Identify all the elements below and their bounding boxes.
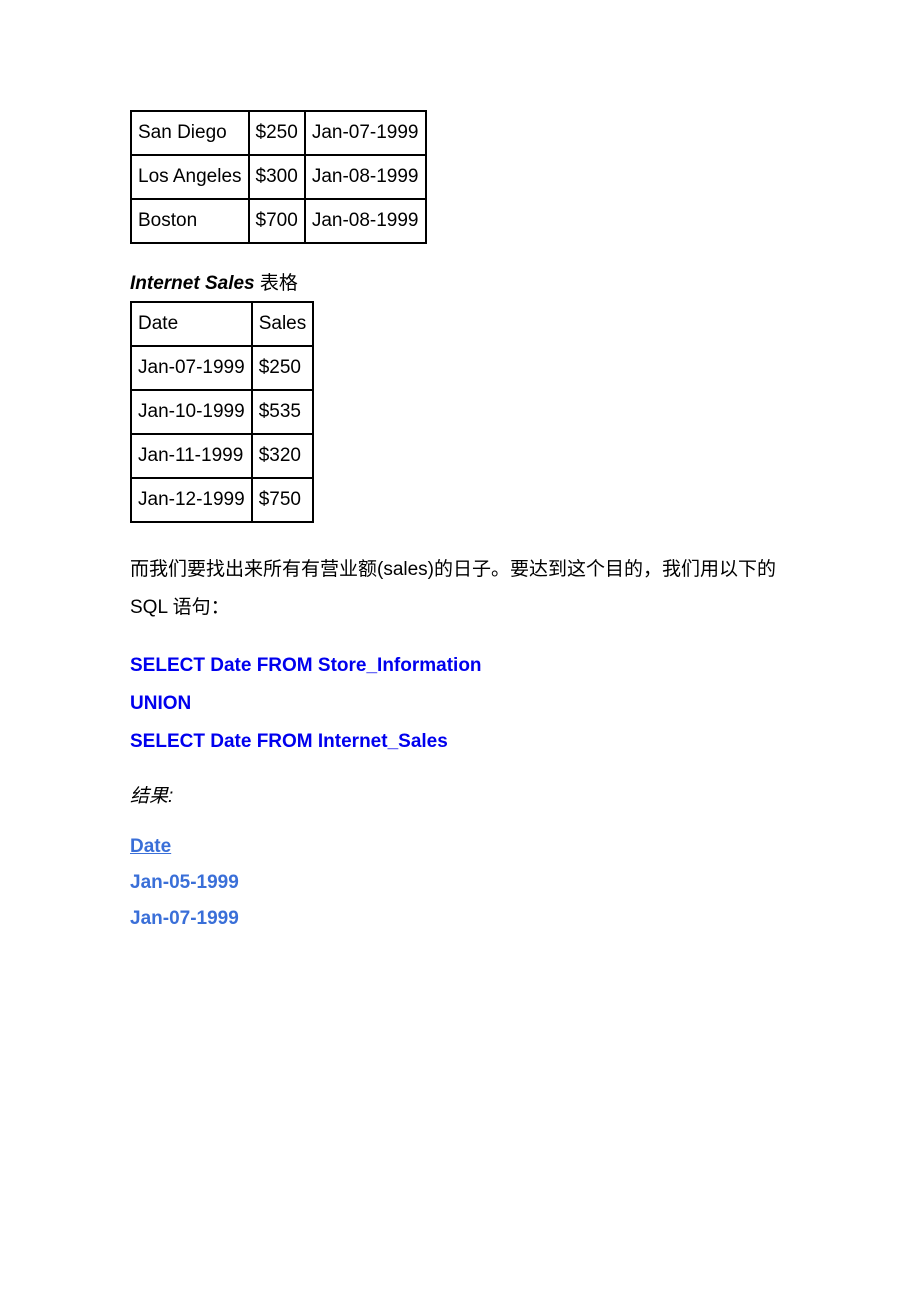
result-label: 结果: — [130, 781, 790, 808]
table-row: Boston $700 Jan-08-1999 — [131, 199, 426, 243]
table-cell: Jan-07-1999 — [305, 111, 426, 155]
table-cell: $300 — [249, 155, 305, 199]
result-row: Jan-07-1999 — [130, 908, 790, 930]
table-header-cell: Date — [131, 302, 252, 346]
table-cell: $250 — [249, 111, 305, 155]
internet-sales-table: Date Sales Jan-07-1999 $250 Jan-10-1999 … — [130, 301, 314, 523]
table-row: Jan-12-1999 $750 — [131, 478, 313, 522]
table-cell: Jan-11-1999 — [131, 434, 252, 478]
sql-statement-line: UNION — [130, 693, 790, 715]
table-cell: $535 — [252, 390, 314, 434]
table-row: Jan-10-1999 $535 — [131, 390, 313, 434]
table-row: San Diego $250 Jan-07-1999 — [131, 111, 426, 155]
table-cell: Jan-08-1999 — [305, 199, 426, 243]
table-cell: $250 — [252, 346, 314, 390]
table-cell: $320 — [252, 434, 314, 478]
table-cell: $700 — [249, 199, 305, 243]
title-italic-part: Internet Sales — [130, 273, 255, 294]
title-rest-part: 表格 — [255, 273, 298, 294]
table-cell: Jan-10-1999 — [131, 390, 252, 434]
table-cell: Los Angeles — [131, 155, 249, 199]
sql-statement-line: SELECT Date FROM Internet_Sales — [130, 731, 790, 753]
internet-sales-title: Internet Sales 表格 — [130, 268, 790, 295]
table-cell: $750 — [252, 478, 314, 522]
table-row: Los Angeles $300 Jan-08-1999 — [131, 155, 426, 199]
result-header: Date — [130, 836, 790, 858]
table-row: Jan-11-1999 $320 — [131, 434, 313, 478]
result-row: Jan-05-1999 — [130, 872, 790, 894]
sql-statement-line: SELECT Date FROM Store_Information — [130, 655, 790, 677]
table-cell: Jan-12-1999 — [131, 478, 252, 522]
table-header-cell: Sales — [252, 302, 314, 346]
table-row: Jan-07-1999 $250 — [131, 346, 313, 390]
table-cell: Jan-08-1999 — [305, 155, 426, 199]
explanation-paragraph: 而我们要找出来所有有营业额(sales)的日子。要达到这个目的，我们用以下的 S… — [130, 551, 790, 627]
table-cell: Jan-07-1999 — [131, 346, 252, 390]
store-information-table: San Diego $250 Jan-07-1999 Los Angeles $… — [130, 110, 427, 244]
table-cell: San Diego — [131, 111, 249, 155]
table-cell: Boston — [131, 199, 249, 243]
table-header-row: Date Sales — [131, 302, 313, 346]
